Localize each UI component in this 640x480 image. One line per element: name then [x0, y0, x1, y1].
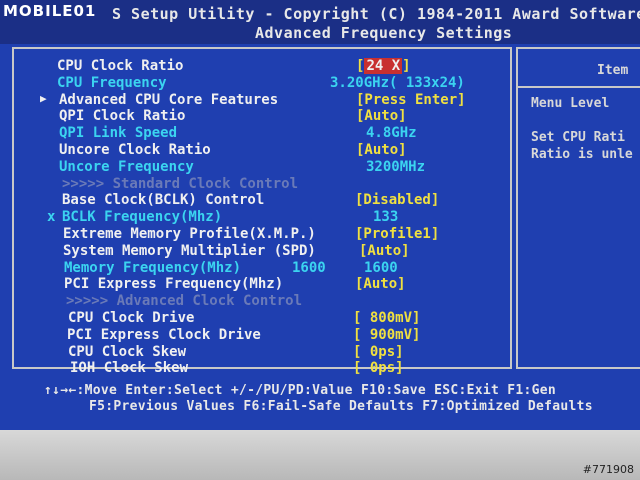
setting-label: Uncore Clock Ratio	[59, 142, 211, 158]
page-title: Advanced Frequency Settings	[255, 24, 513, 42]
setting-value: 4.8GHz	[366, 125, 417, 142]
setting-row[interactable]: System Memory Multiplier (SPD) [Auto]	[0, 243, 512, 259]
setting-row[interactable]: x BCLK Frequency(Mhz) 133	[0, 209, 512, 225]
setting-row[interactable]: PCI Express Clock Drive [ 900mV]	[0, 327, 512, 343]
mobile01-logo: MOBILE01	[3, 2, 97, 20]
setting-row[interactable]: ▶ Advanced CPU Core Features [Press Enter]	[0, 92, 512, 108]
setting-row[interactable]: QPI Clock Ratio [Auto]	[0, 108, 512, 124]
monitor-bezel: #771908	[0, 430, 640, 480]
submenu-arrow-icon: ▶	[40, 91, 47, 105]
setting-label: >>>>> Standard Clock Control	[62, 175, 299, 192]
setting-row[interactable]: CPU Clock Drive [ 800mV]	[0, 310, 512, 326]
setting-label: QPI Link Speed	[59, 125, 178, 142]
help-line-1: Set CPU Rati	[531, 130, 625, 145]
setting-label: CPU Clock Ratio	[57, 58, 184, 74]
setting-row[interactable]: PCI Express Frequency(Mhz) [Auto]	[0, 276, 512, 292]
setting-row[interactable]: CPU Clock Ratio [24 X]	[0, 58, 512, 74]
setting-value[interactable]: [ 0ps]	[353, 360, 404, 376]
setting-label: CPU Clock Skew	[68, 343, 187, 360]
setting-row[interactable]: IOH Clock Skew [ 0ps]	[0, 360, 512, 376]
setting-row[interactable]: CPU Frequency 3.20GHz( 133x24)	[0, 75, 512, 91]
setting-label: IOH Clock Skew	[70, 360, 189, 377]
setting-row[interactable]: CPU Clock Skew [ 0ps]	[0, 344, 512, 360]
setting-label: CPU Frequency	[57, 74, 167, 91]
footer-keys-1: ↑↓→←:Move Enter:Select +/-/PU/PD:Value F…	[44, 383, 556, 398]
footer-keys-2: F5:Previous Values F6:Fail-Safe Defaults…	[89, 399, 593, 414]
help-divider	[516, 86, 640, 88]
setting-row[interactable]: Base Clock(BCLK) Control [Disabled]	[0, 192, 512, 208]
setting-row[interactable]: Uncore Clock Ratio [Auto]	[0, 142, 512, 158]
setting-label: QPI Clock Ratio	[59, 108, 186, 125]
bios-screen: MOBILE01 S Setup Utility - Copyright (C)…	[0, 0, 640, 430]
setting-label: PCI Express Frequency(Mhz)	[64, 276, 284, 293]
setting-row[interactable]: QPI Link Speed 4.8GHz	[0, 125, 512, 141]
setting-label: Memory Frequency(Mhz)	[64, 259, 242, 276]
setting-value: 133	[373, 209, 399, 226]
setting-label: PCI Express Clock Drive	[67, 326, 261, 343]
selected-value[interactable]: 24 X	[364, 58, 403, 74]
setting-value[interactable]: [ 800mV]	[353, 310, 420, 326]
setting-value[interactable]: [Press Enter]	[356, 92, 466, 108]
bios-header: MOBILE01 S Setup Utility - Copyright (C)…	[0, 0, 640, 44]
watermark: #771908	[582, 463, 634, 476]
bios-title: S Setup Utility - Copyright (C) 1984-201…	[112, 5, 640, 23]
setting-row[interactable]: Uncore Frequency 3200MHz	[0, 159, 512, 175]
setting-row: >>>>> Standard Clock Control	[0, 176, 512, 192]
setting-label: System Memory Multiplier (SPD)	[63, 242, 316, 259]
setting-label: Extreme Memory Profile(X.M.P.)	[63, 226, 316, 242]
setting-value: 3200MHz	[366, 158, 426, 175]
setting-value[interactable]: [Auto]	[359, 243, 410, 259]
setting-value[interactable]: [Disabled]	[355, 192, 439, 208]
setting-row[interactable]: Memory Frequency(Mhz) 1600 1600	[0, 260, 512, 276]
setting-row: >>>>> Advanced Clock Control	[0, 293, 512, 309]
setting-label: CPU Clock Drive	[68, 310, 195, 326]
setting-label: Base Clock(BCLK) Control	[62, 192, 265, 209]
disabled-marker-icon: x	[47, 209, 56, 226]
setting-mid-value: 1600	[292, 259, 326, 276]
setting-value[interactable]: [Profile1]	[355, 226, 439, 242]
setting-row[interactable]: Extreme Memory Profile(X.M.P.) [Profile1]	[0, 226, 512, 242]
setting-value[interactable]: [ 0ps]	[353, 344, 404, 360]
setting-value[interactable]: [Auto]	[356, 108, 407, 124]
setting-value[interactable]: [ 900mV]	[353, 327, 420, 343]
setting-value[interactable]: [Auto]	[356, 142, 407, 158]
help-menu-level: Menu Level	[531, 96, 610, 111]
setting-value[interactable]: [Auto]	[355, 276, 406, 292]
setting-label: Advanced CPU Core Features	[59, 91, 279, 108]
setting-value: 1600	[364, 259, 398, 276]
setting-value[interactable]: [24 X]	[356, 58, 411, 74]
setting-label: BCLK Frequency(Mhz)	[62, 209, 223, 226]
help-title: Item	[597, 63, 629, 78]
setting-label: Uncore Frequency	[59, 158, 194, 175]
help-line-2: Ratio is unle	[531, 147, 633, 162]
setting-value: 3.20GHz( 133x24)	[330, 74, 465, 91]
setting-label: >>>>> Advanced Clock Control	[66, 293, 303, 310]
